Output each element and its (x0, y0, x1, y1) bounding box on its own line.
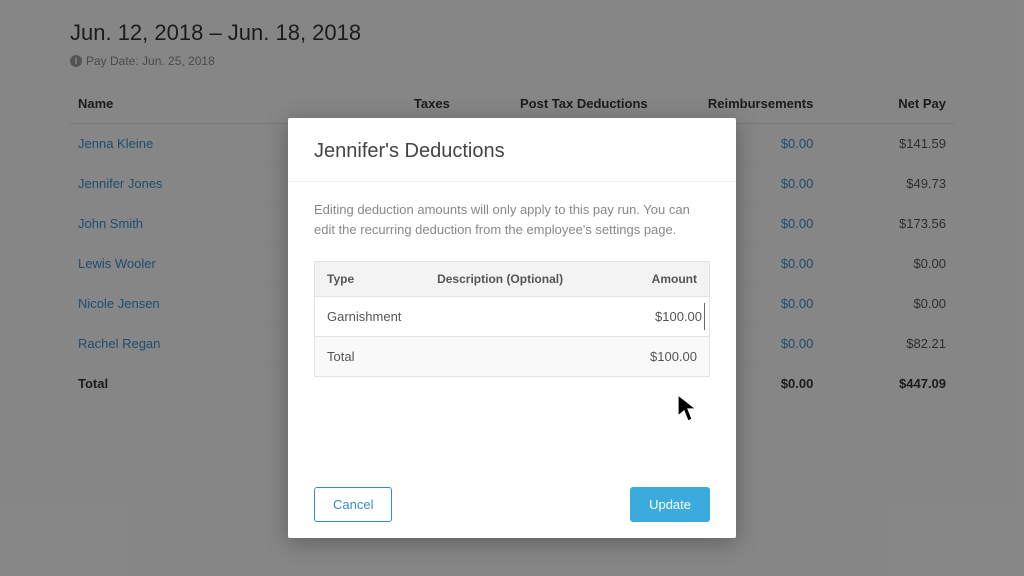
dcol-type: Type (315, 262, 426, 297)
dcol-amount: Amount (591, 262, 710, 297)
deduction-table: Type Description (Optional) Amount Garni… (314, 261, 710, 377)
deduction-total-amount: $100.00 (591, 337, 710, 377)
amount-input[interactable] (625, 303, 705, 330)
cancel-button[interactable]: Cancel (314, 487, 392, 522)
deduction-type: Garnishment (315, 297, 426, 337)
modal-overlay: Jennifer's Deductions Editing deduction … (0, 0, 1024, 576)
deduction-total-row: Total $100.00 (315, 337, 710, 377)
update-button[interactable]: Update (630, 487, 710, 522)
deduction-total-label: Total (315, 337, 426, 377)
modal-title: Jennifer's Deductions (314, 140, 710, 163)
deduction-desc[interactable] (425, 297, 591, 337)
dcol-desc: Description (Optional) (425, 262, 591, 297)
deduction-row: Garnishment (315, 297, 710, 337)
modal-description: Editing deduction amounts will only appl… (314, 200, 710, 239)
deductions-modal: Jennifer's Deductions Editing deduction … (288, 118, 736, 538)
